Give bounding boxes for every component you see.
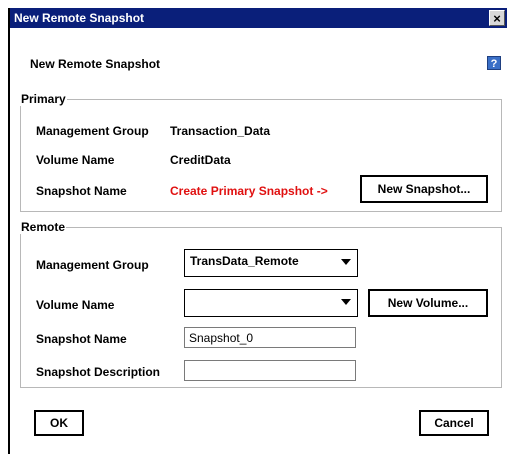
- primary-management-group-value: Transaction_Data: [170, 124, 271, 138]
- primary-volume-name-label: Volume Name: [36, 153, 115, 167]
- new-snapshot-button[interactable]: New Snapshot...: [360, 175, 488, 203]
- remote-snapshot-name-label: Snapshot Name: [36, 332, 127, 346]
- cancel-button[interactable]: Cancel: [419, 410, 489, 436]
- primary-snapshot-name-label: Snapshot Name: [36, 184, 127, 198]
- close-icon[interactable]: ×: [489, 10, 505, 26]
- primary-legend: Primary: [21, 92, 66, 106]
- remote-snapshot-name-input[interactable]: [184, 327, 356, 348]
- primary-management-group-label: Management Group: [36, 124, 149, 138]
- window-title: New Remote Snapshot: [14, 11, 145, 25]
- primary-volume-name-value: CreditData: [170, 153, 231, 167]
- dialog-window: New Remote Snapshot × New Remote Snapsho…: [8, 8, 507, 454]
- title-bar: New Remote Snapshot ×: [10, 8, 507, 28]
- remote-snapshot-description-input[interactable]: [184, 360, 356, 381]
- ok-button[interactable]: OK: [34, 410, 84, 436]
- remote-management-group-selected: TransData_Remote: [190, 254, 299, 268]
- remote-volume-name-label: Volume Name: [36, 298, 115, 312]
- help-icon[interactable]: ?: [487, 56, 501, 70]
- chevron-down-icon: [341, 259, 351, 265]
- remote-volume-name-dropdown[interactable]: [184, 289, 358, 317]
- remote-legend: Remote: [21, 220, 66, 234]
- chevron-down-icon: [341, 299, 351, 305]
- dialog-heading: New Remote Snapshot: [30, 57, 161, 71]
- remote-management-group-label: Management Group: [36, 258, 149, 272]
- remote-snapshot-description-label: Snapshot Description: [36, 365, 161, 379]
- remote-management-group-dropdown[interactable]: TransData_Remote: [184, 249, 358, 277]
- new-volume-button[interactable]: New Volume...: [368, 289, 488, 317]
- create-primary-snapshot-text: Create Primary Snapshot ->: [170, 184, 328, 198]
